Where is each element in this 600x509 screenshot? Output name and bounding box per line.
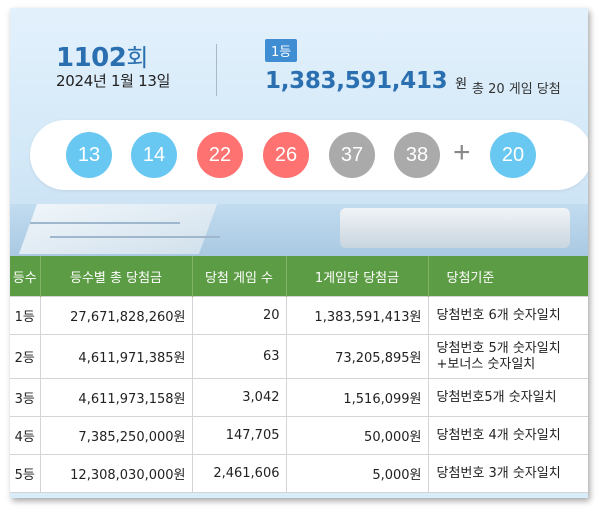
rank-cell: 5등 (10, 454, 41, 493)
lotto-ball: 26 (263, 132, 309, 178)
winning-games-cell: 2,461,606 (192, 454, 287, 493)
criteria-text: 당첨번호 6개 숫자일치 (436, 307, 561, 323)
winning-games-cell: 147,705 (192, 416, 287, 455)
total-prize-cell: 4,611,971,385원 (40, 334, 193, 379)
total-prize-cell: 4,611,973,158원 (40, 378, 193, 417)
per-game-prize-cell: 1,516,099원 (286, 378, 429, 417)
criteria-text: +보너스 숫자일치 (436, 356, 536, 372)
criteria-cell: 당첨번호 3개 숫자일치 (428, 454, 588, 493)
winning-games-cell: 63 (192, 334, 287, 379)
background-line (50, 236, 220, 238)
first-prize-badge: 1등 (265, 39, 298, 62)
criteria-cell: 당첨번호 6개 숫자일치 (428, 296, 588, 335)
criteria-text: 당첨번호 3개 숫자일치 (436, 465, 561, 481)
table-header-row: 등수 등수별 총 당첨금 당첨 게임 수 1게임당 당첨금 당첨기준 (10, 256, 588, 297)
table-row: 3등 4,611,973,158원 3,042 1,516,099원 당첨번호5… (10, 378, 588, 417)
prize-table: 등수 등수별 총 당첨금 당첨 게임 수 1게임당 당첨금 당첨기준 1등 27… (10, 256, 588, 493)
rank-cell: 2등 (10, 334, 41, 379)
criteria-cell: 당첨번호 4개 숫자일치 (428, 416, 588, 455)
per-game-prize-cell: 1,383,591,413원 (286, 296, 429, 335)
rank-cell: 4등 (10, 416, 41, 455)
per-game-prize-cell: 73,205,895원 (286, 334, 429, 379)
draw-round: 1102회 (56, 38, 148, 73)
rank-cell: 1등 (10, 296, 41, 335)
winning-numbers-panel: 13 14 22 26 37 38 + 20 (30, 120, 588, 190)
criteria-text: 당첨번호 5개 숫자일치 (436, 340, 561, 356)
table-row: 5등 12,308,030,000원 2,461,606 5,000원 당첨번호… (10, 454, 588, 493)
total-prize-cell: 27,671,828,260원 (40, 296, 193, 335)
lotto-result-panel: 1102회 2024년 1월 13일 1등 1,383,591,413 원 총 … (10, 8, 588, 498)
table-row: 1등 27,671,828,260원 20 1,383,591,413원 당첨번… (10, 296, 588, 335)
divider (216, 44, 217, 96)
background-paper (18, 204, 218, 254)
lotto-ball: 13 (66, 132, 112, 178)
rank-cell: 3등 (10, 378, 41, 417)
column-header: 등수별 총 당첨금 (40, 256, 193, 297)
background-line (30, 222, 180, 224)
column-header: 등수 (10, 256, 41, 297)
total-prize-cell: 7,385,250,000원 (40, 416, 193, 455)
background-laptop (340, 208, 570, 248)
round-unit: 회 (126, 44, 148, 72)
lotto-ball: 38 (394, 132, 440, 178)
total-prize-cell: 12,308,030,000원 (40, 454, 193, 493)
prize-amount-value: 1,383,591,413 (265, 68, 448, 94)
lotto-ball: 37 (329, 132, 375, 178)
winner-count: 총 20 게임 당첨 (472, 82, 561, 97)
column-header: 당첨 게임 수 (192, 256, 287, 297)
per-game-prize-cell: 50,000원 (286, 416, 429, 455)
criteria-text: 당첨번호 4개 숫자일치 (436, 427, 561, 443)
draw-date: 2024년 1월 13일 (56, 72, 171, 90)
round-number: 1102 (56, 43, 127, 73)
bonus-ball: 20 (490, 132, 536, 178)
draw-header: 1102회 2024년 1월 13일 1등 1,383,591,413 원 총 … (10, 8, 588, 256)
table-row: 2등 4,611,971,385원 63 73,205,895원 당첨번호 5개… (10, 334, 588, 379)
lotto-ball: 22 (197, 132, 243, 178)
table-row: 4등 7,385,250,000원 147,705 50,000원 당첨번호 4… (10, 416, 588, 455)
winning-games-cell: 20 (192, 296, 287, 335)
per-game-prize-cell: 5,000원 (286, 454, 429, 493)
criteria-text: 당첨번호5개 숫자일치 (436, 389, 557, 405)
prize-amount-unit: 원 (455, 77, 467, 92)
lotto-ball: 14 (131, 132, 177, 178)
winning-games-cell: 3,042 (192, 378, 287, 417)
criteria-cell: 당첨번호 5개 숫자일치 +보너스 숫자일치 (428, 334, 588, 379)
plus-icon: + (453, 136, 471, 169)
column-header: 1게임당 당첨금 (286, 256, 429, 297)
first-prize-amount: 1,383,591,413 원 (265, 68, 467, 94)
column-header: 당첨기준 (428, 256, 588, 297)
criteria-cell: 당첨번호5개 숫자일치 (428, 378, 588, 417)
